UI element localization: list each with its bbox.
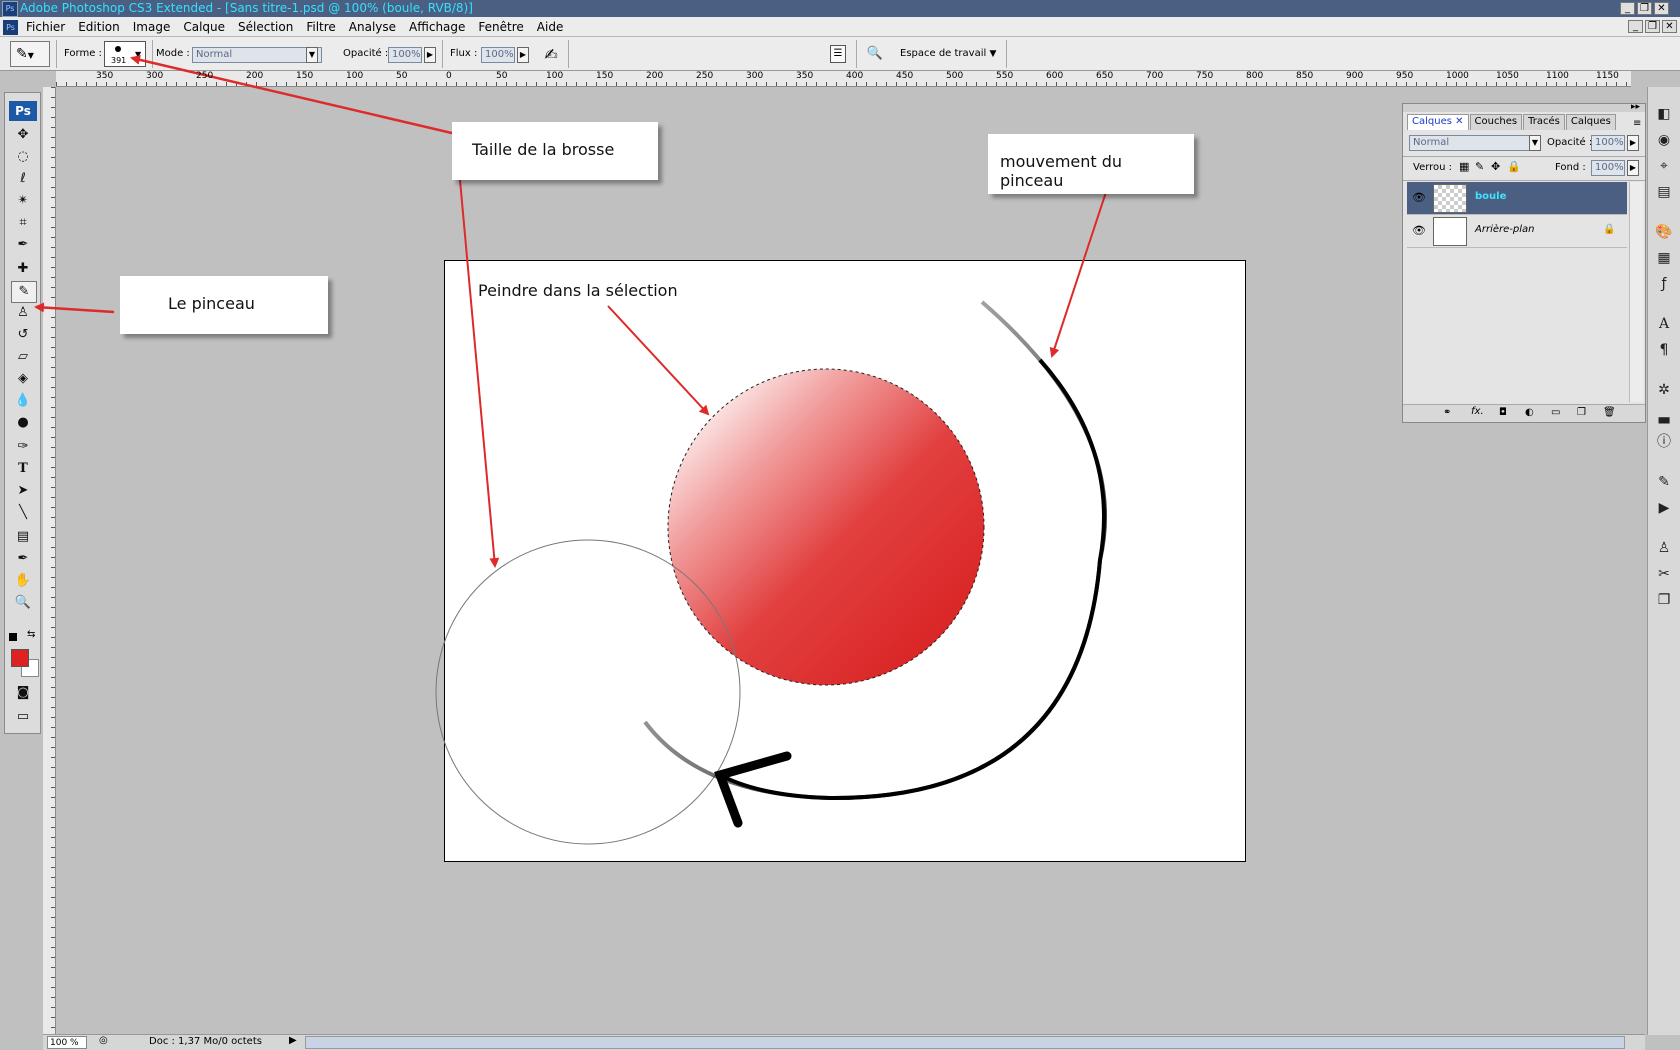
- tab-calques[interactable]: Calques ✕: [1407, 114, 1469, 130]
- history-dock-icon[interactable]: ▤: [1653, 181, 1675, 203]
- layer-row[interactable]: 👁 boule: [1407, 182, 1627, 215]
- arrow-brush-size-to-cursor: [459, 179, 500, 568]
- info-dock-icon[interactable]: ⓘ: [1653, 431, 1675, 453]
- layer-opacity-label: Opacité :: [1547, 137, 1593, 148]
- fill-field[interactable]: 100%: [1591, 160, 1625, 176]
- layers-panel: ▸▸ Calques ✕ Couches Tracés Calques ≡ No…: [1402, 102, 1646, 423]
- new-group-icon[interactable]: ▭: [1551, 407, 1560, 418]
- callout-brush-size-text: Taille de la brosse: [472, 140, 615, 159]
- styles-dock-icon[interactable]: ƒ: [1653, 273, 1675, 295]
- layer-opacity-field[interactable]: 100%: [1591, 135, 1625, 151]
- fill-slider[interactable]: ▶: [1627, 160, 1639, 176]
- arrow-to-brush-tool: [34, 302, 115, 314]
- visibility-eye-icon[interactable]: 👁: [1412, 224, 1426, 237]
- clone-source-dock-icon[interactable]: ♙: [1653, 537, 1675, 559]
- horizontal-scrollbar[interactable]: [305, 1036, 1625, 1049]
- fx-icon[interactable]: fx.: [1471, 406, 1484, 417]
- visibility-eye-icon[interactable]: 👁: [1412, 191, 1426, 204]
- doc-size-info: Doc : 1,37 Mo/0 octets: [149, 1036, 262, 1047]
- tab-compositions[interactable]: Calques: [1565, 114, 1616, 130]
- callout-brush-tool-text: Le pinceau: [168, 294, 255, 313]
- channels-dock-icon[interactable]: ◉: [1653, 129, 1675, 151]
- brushes-dock-icon[interactable]: ✎: [1653, 471, 1675, 493]
- tab-traces[interactable]: Tracés: [1523, 114, 1565, 130]
- panel-collapse-icon[interactable]: ▸▸: [1631, 102, 1640, 112]
- adjustment-layer-icon[interactable]: ◐: [1525, 407, 1534, 418]
- callout-brush-motion: mouvement du pinceau: [988, 134, 1194, 194]
- lock-label: Verrou :: [1413, 162, 1453, 173]
- layers-dock-icon[interactable]: ◧: [1653, 103, 1675, 125]
- lock-all-icon[interactable]: 🔒: [1507, 160, 1521, 173]
- layer-mask-icon[interactable]: ◘: [1499, 407, 1507, 418]
- lock-pixels-icon[interactable]: ✎: [1475, 160, 1484, 173]
- lock-icon: 🔒: [1603, 224, 1616, 235]
- trash-icon[interactable]: 🗑: [1603, 407, 1616, 418]
- layer-opacity-slider[interactable]: ▶: [1627, 135, 1639, 151]
- callout-brush-tool: Le pinceau: [120, 276, 328, 334]
- layers-scrollbar[interactable]: [1629, 182, 1643, 402]
- status-menu-arrow-icon[interactable]: ▶: [289, 1035, 297, 1046]
- zoom-field[interactable]: 100 %: [47, 1036, 87, 1049]
- right-dock: ◧ ◉ ⌖ ▤ 🎨 ▦ ƒ A ¶ ✲ ▃ ⓘ ✎ ▶ ♙ ✂ ❐: [1647, 87, 1680, 1035]
- fill-label: Fond :: [1555, 162, 1586, 173]
- panel-menu-icon[interactable]: ≡: [1633, 118, 1641, 129]
- layer-name[interactable]: Arrière-plan: [1475, 224, 1534, 235]
- layer-comps-dock-icon[interactable]: ❐: [1653, 589, 1675, 611]
- arrow-to-brush-size: [130, 54, 457, 136]
- navigator-dock-icon[interactable]: ✲: [1653, 379, 1675, 401]
- arrow-to-selection: [607, 305, 710, 416]
- label-paint-selection: Peindre dans la sélection: [478, 281, 678, 300]
- lock-transparency-icon[interactable]: ▦: [1459, 160, 1469, 173]
- paragraph-dock-icon[interactable]: ¶: [1653, 339, 1675, 361]
- histogram-dock-icon[interactable]: ▃: [1653, 405, 1675, 427]
- link-layers-icon[interactable]: ⚭: [1443, 407, 1451, 418]
- callout-brush-motion-text: mouvement du pinceau: [1000, 152, 1123, 190]
- tool-presets-dock-icon[interactable]: ✂: [1653, 563, 1675, 585]
- tab-couches[interactable]: Couches: [1469, 114, 1523, 130]
- arrow-to-motion: [1049, 182, 1110, 358]
- blend-mode-select[interactable]: Normal: [1409, 135, 1539, 151]
- lock-position-icon[interactable]: ✥: [1491, 160, 1500, 173]
- callout-brush-size: Taille de la brosse: [452, 122, 658, 180]
- actions-dock-icon[interactable]: ▶: [1653, 497, 1675, 519]
- layer-row[interactable]: 👁 Arrière-plan 🔒: [1407, 215, 1627, 248]
- layer-name[interactable]: boule: [1475, 191, 1506, 202]
- new-layer-icon[interactable]: ❐: [1577, 407, 1586, 418]
- color-dock-icon[interactable]: 🎨: [1653, 221, 1675, 243]
- preview-icon[interactable]: ◎: [99, 1035, 108, 1046]
- paths-dock-icon[interactable]: ⌖: [1653, 155, 1675, 177]
- sphere-selection[interactable]: [667, 368, 985, 686]
- status-bar: 100 % ◎ Doc : 1,37 Mo/0 octets ▶: [43, 1034, 1645, 1050]
- swatches-dock-icon[interactable]: ▦: [1653, 247, 1675, 269]
- layer-thumbnail: [1433, 217, 1467, 246]
- blend-mode-dropdown[interactable]: ▼: [1529, 135, 1541, 151]
- character-dock-icon[interactable]: A: [1653, 313, 1675, 335]
- layer-thumbnail: [1433, 184, 1467, 213]
